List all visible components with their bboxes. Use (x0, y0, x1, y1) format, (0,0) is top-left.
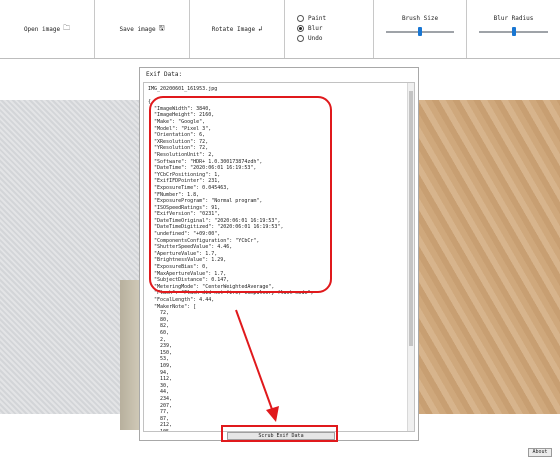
about-button[interactable]: About (528, 448, 552, 457)
annotation-arrow-head (266, 406, 279, 422)
annotation-arrow (235, 309, 279, 422)
annotation-arrow-line (235, 309, 274, 413)
